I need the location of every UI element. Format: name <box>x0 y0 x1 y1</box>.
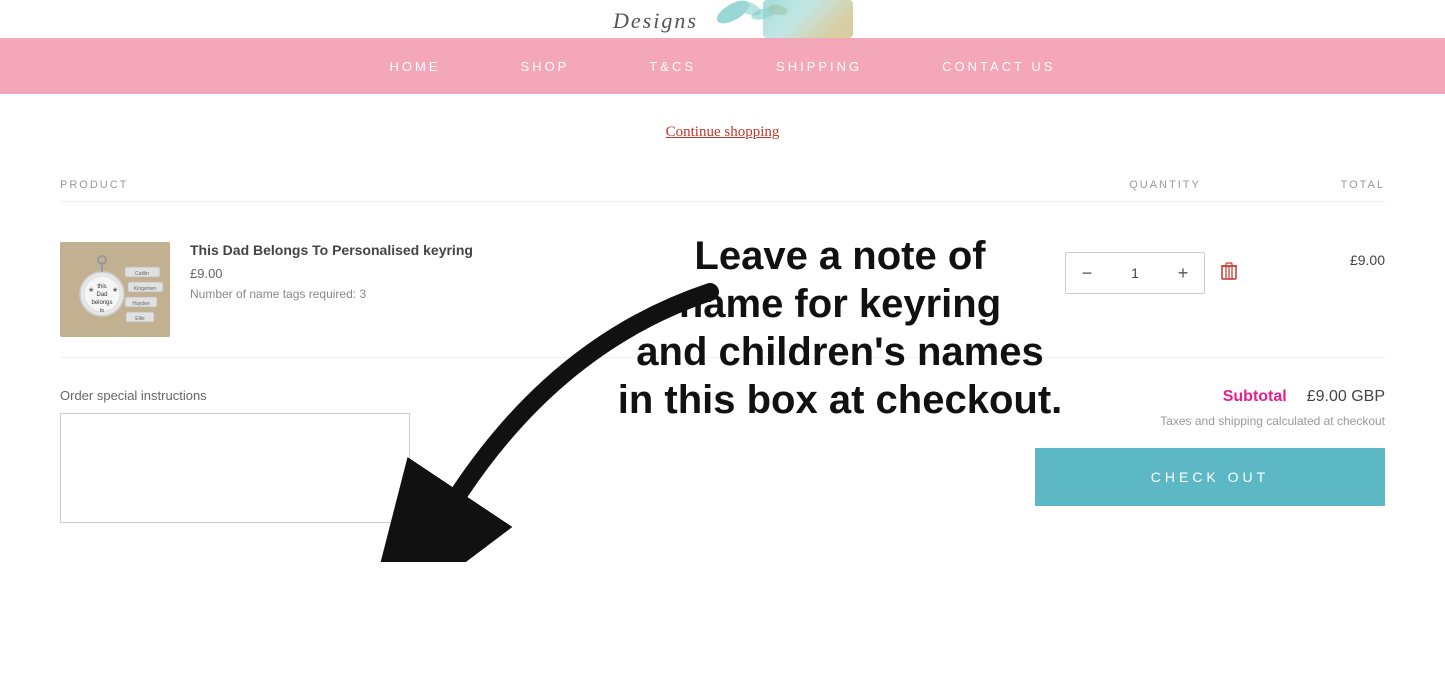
item-price: £9.00 <box>190 266 1045 281</box>
subtotal-value: £9.00 GBP <box>1307 388 1385 406</box>
nav-tcs[interactable]: T&CS <box>649 59 696 74</box>
cart-row-area: this Dad belongs to ★ ★ Caitlin Kingsmen… <box>60 222 1385 358</box>
continue-shopping-wrapper: Continue shopping <box>60 124 1385 141</box>
item-property: Number of name tags required: 3 <box>190 287 1045 301</box>
nav-shipping[interactable]: SHIPPING <box>776 59 862 74</box>
main-nav: HOME SHOP T&CS SHIPPING CONTACT US <box>0 38 1445 94</box>
header-total: TOTAL <box>1265 179 1385 191</box>
quantity-increase-button[interactable]: + <box>1162 252 1204 294</box>
taxes-note: Taxes and shipping calculated at checkou… <box>1160 414 1385 428</box>
item-total: £9.00 <box>1285 252 1385 268</box>
continue-shopping-link[interactable]: Continue shopping <box>666 124 780 141</box>
quantity-controls: − 1 + <box>1065 252 1205 294</box>
logo-svg: Designs <box>533 0 913 38</box>
quantity-wrapper: − 1 + <box>1065 242 1285 294</box>
header-quantity: QUANTITY <box>1065 179 1265 191</box>
item-name: This Dad Belongs To Personalised keyring <box>190 242 1045 258</box>
svg-text:Ellie: Ellie <box>135 316 145 322</box>
cart-headers: PRODUCT QUANTITY TOTAL <box>60 169 1385 202</box>
instructions-label: Order special instructions <box>60 388 693 403</box>
nav-contact[interactable]: CONTACT US <box>942 59 1055 74</box>
special-instructions-input[interactable] <box>60 413 410 523</box>
svg-text:Designs: Designs <box>612 8 698 33</box>
svg-text:Hayden: Hayden <box>132 301 149 307</box>
header-product: PRODUCT <box>60 179 1065 191</box>
svg-text:★: ★ <box>112 286 118 294</box>
svg-text:Dad: Dad <box>96 292 107 298</box>
svg-text:★: ★ <box>88 286 94 294</box>
instructions-left: Order special instructions <box>60 388 693 528</box>
delete-item-button[interactable] <box>1221 262 1237 285</box>
subtotal-label: Subtotal <box>1223 388 1287 406</box>
svg-text:this: this <box>97 284 106 290</box>
trash-icon <box>1221 262 1237 280</box>
svg-text:belongs: belongs <box>91 300 112 306</box>
order-instructions-section: Order special instructions Subtotal £9.0… <box>60 388 1385 528</box>
nav-shop[interactable]: SHOP <box>521 59 570 74</box>
logo-accent <box>763 0 853 38</box>
quantity-decrease-button[interactable]: − <box>1066 252 1108 294</box>
product-image: this Dad belongs to ★ ★ Caitlin Kingsmen… <box>60 242 170 337</box>
cart-item: this Dad belongs to ★ ★ Caitlin Kingsmen… <box>60 222 1385 358</box>
checkout-button[interactable]: CHECK OUT <box>1035 448 1385 506</box>
instructions-right: Subtotal £9.00 GBP Taxes and shipping ca… <box>753 388 1386 506</box>
cart-item-details: This Dad Belongs To Personalised keyring… <box>190 242 1065 301</box>
nav-home[interactable]: HOME <box>390 59 441 74</box>
main-content: Continue shopping PRODUCT QUANTITY TOTAL… <box>0 94 1445 558</box>
svg-text:to: to <box>100 308 104 314</box>
subtotal-row: Subtotal £9.00 GBP <box>1223 388 1385 406</box>
logo: Designs <box>533 0 913 38</box>
svg-text:Caitlin: Caitlin <box>135 271 149 277</box>
svg-text:Kingsmen: Kingsmen <box>134 286 156 292</box>
quantity-value: 1 <box>1108 265 1162 281</box>
logo-area: Designs <box>0 0 1445 38</box>
